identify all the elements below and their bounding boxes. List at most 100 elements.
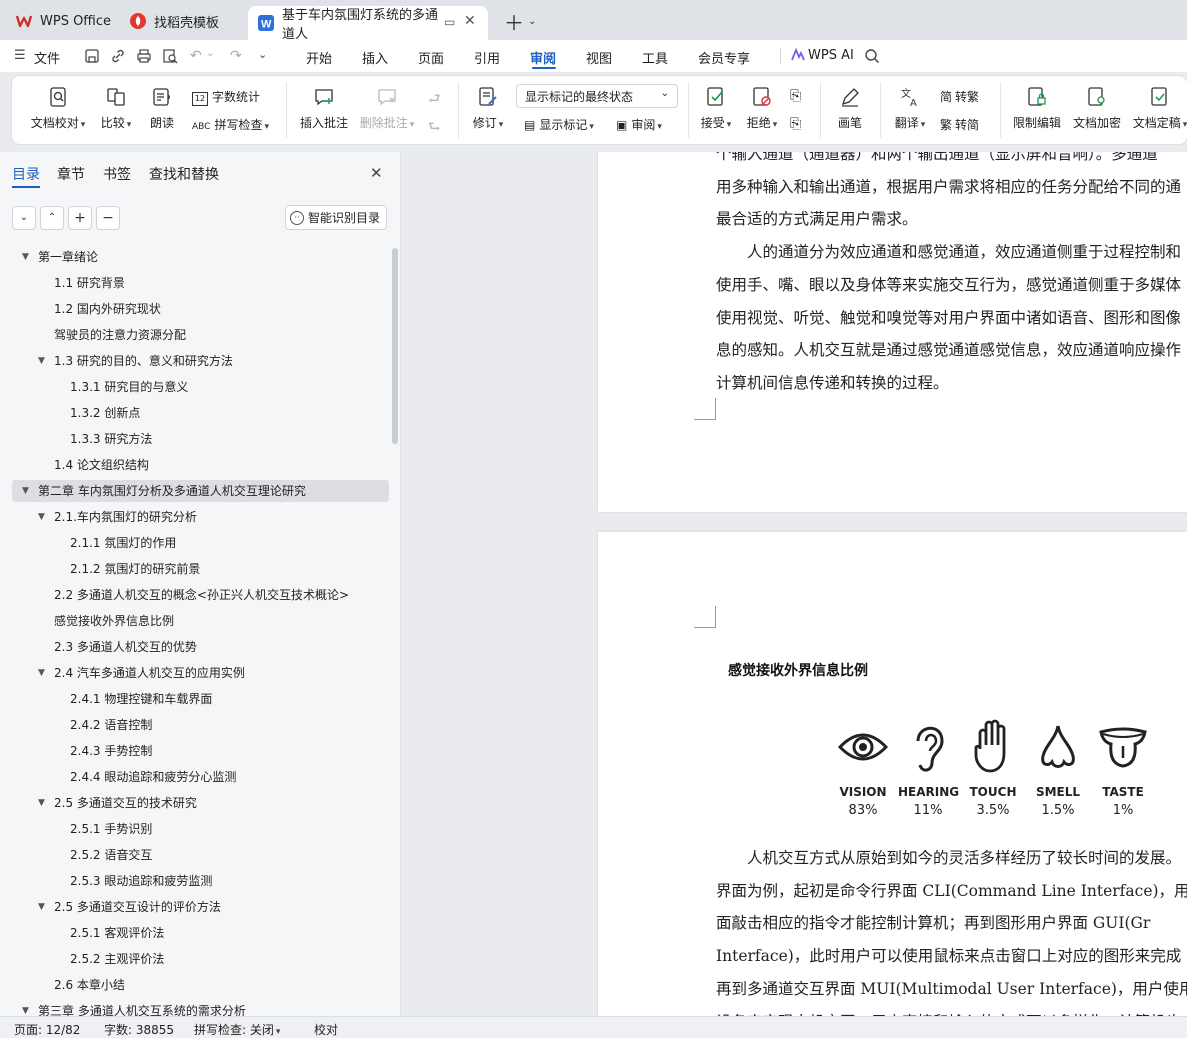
toc-item[interactable]: 2.5.2 语音交互 <box>70 844 152 866</box>
tab-template[interactable]: 找稻壳模板 <box>120 6 242 36</box>
toc-scrollbar[interactable] <box>392 248 398 444</box>
menu-file[interactable]: 文件 <box>34 48 60 67</box>
spellcheck-indicator[interactable]: 拼写检查: 关闭 ▾ <box>194 1021 280 1038</box>
next-change-icon[interactable]: ⎘ <box>790 116 801 132</box>
expand-arrow-icon[interactable]: ▼ <box>38 350 45 372</box>
toc-item[interactable]: ▼ 2.5 多通道交互设计的评价方法 <box>38 896 221 918</box>
expand-arrow-icon[interactable]: ▼ <box>22 246 29 268</box>
toc-item[interactable]: 2.4.2 语音控制 <box>70 714 152 736</box>
save-icon[interactable] <box>84 48 100 68</box>
menu-wps-ai[interactable]: WPS AI <box>808 48 854 63</box>
toc-item[interactable]: ▼ 1.3 研究的目的、意义和研究方法 <box>38 350 233 372</box>
expand-arrow-icon[interactable]: ▼ <box>38 662 45 684</box>
expand-arrow-icon[interactable]: ▼ <box>38 792 45 814</box>
toc-item[interactable]: 2.2 多通道人机交互的概念<孙正兴人机交互技术概论> <box>54 584 349 606</box>
tab-toc[interactable]: 目录 <box>12 164 40 184</box>
toc-item[interactable]: 驾驶员的注意力资源分配 <box>54 324 186 346</box>
toc-item[interactable]: 1.3.3 研究方法 <box>70 428 152 450</box>
toc-item[interactable]: ▼ 2.4 汽车多通道人机交互的应用实例 <box>38 662 245 684</box>
expand-arrow-icon[interactable]: ▼ <box>38 506 45 528</box>
toc-item[interactable]: ▼ 2.1.车内氛围灯的研究分析 <box>38 506 197 528</box>
toc-item[interactable]: 2.5.1 客观评价法 <box>70 922 164 944</box>
toc-item[interactable]: 1.3.1 研究目的与意义 <box>70 376 188 398</box>
toc-item[interactable]: 2.5.1 手势识别 <box>70 818 152 840</box>
to-traditional-button[interactable]: 简转繁 <box>940 88 979 105</box>
page-indicator[interactable]: 页面: 12/82 <box>14 1021 80 1038</box>
close-tab-icon[interactable]: ✕ <box>464 13 476 29</box>
redo-icon[interactable]: ↷ <box>230 48 242 64</box>
menu-membership[interactable]: 会员专享 <box>698 48 750 67</box>
expand-arrow-icon[interactable]: ▼ <box>22 480 29 502</box>
close-pane-icon[interactable]: ✕ <box>370 164 383 182</box>
delete-comment-button[interactable]: 删除批注 ▾ <box>358 86 416 131</box>
search-icon[interactable] <box>864 48 880 68</box>
insert-comment-button[interactable]: 插入批注 <box>298 86 350 131</box>
smart-toc-button[interactable]: ·· 智能识别目录 <box>285 205 388 230</box>
toc-item[interactable]: 2.1.2 氛围灯的研究前景 <box>70 558 200 580</box>
to-simplified-button[interactable]: 繁转简 <box>940 116 979 133</box>
word-count-button[interactable]: 12 字数统计 <box>192 88 260 106</box>
document-canvas[interactable]: 个输入通道（通道器）和两个输出通道（显示屏和音响）。多通道 用多种输入和输出通道，… <box>402 152 1187 1016</box>
more-chevron-icon[interactable]: ⌄ <box>258 48 267 61</box>
tab-wps-office[interactable]: WPS Office <box>6 6 114 36</box>
toc-item[interactable]: 1.2 国内外研究现状 <box>54 298 161 320</box>
menu-view[interactable]: 视图 <box>586 48 612 67</box>
chevron-down-icon[interactable]: ⌄ <box>206 48 214 59</box>
accept-button[interactable]: 接受 ▾ <box>698 86 734 131</box>
print-preview-icon[interactable] <box>162 48 178 68</box>
toc-item[interactable]: 2.1.1 氛围灯的作用 <box>70 532 176 554</box>
toc-item[interactable]: 1.1 研究背景 <box>54 272 125 294</box>
toc-item[interactable]: ▼ 2.5 多通道交互的技术研究 <box>38 792 197 814</box>
prev-change-icon[interactable]: ⎘ <box>790 88 801 104</box>
encrypt-button[interactable]: 文档加密 <box>1072 86 1122 131</box>
track-changes-button[interactable]: 修订 ▾ <box>470 86 506 131</box>
toc-item[interactable]: 2.4.4 眼动追踪和疲劳分心监测 <box>70 766 236 788</box>
expand-down-button[interactable]: ⌄ <box>12 206 36 230</box>
tab-find-replace[interactable]: 查找和替换 <box>149 164 219 184</box>
compare-button[interactable]: 比较 ▾ <box>98 86 134 131</box>
tab-sections[interactable]: 章节 <box>57 164 85 184</box>
new-tab-button[interactable]: ＋ ⌄ <box>494 6 536 36</box>
collapse-up-button[interactable]: ⌃ <box>40 206 64 230</box>
screen-icon[interactable]: ▭ <box>444 15 455 29</box>
add-heading-button[interactable]: + <box>68 206 92 230</box>
menu-tools[interactable]: 工具 <box>642 48 668 67</box>
pen-button[interactable]: 画笔 <box>836 86 864 131</box>
chevron-down-icon[interactable]: ⌄ <box>528 16 536 27</box>
reject-button[interactable]: 拒绝 ▾ <box>744 86 780 131</box>
menu-review[interactable]: 审阅 <box>530 48 556 67</box>
tab-bookmarks[interactable]: 书签 <box>103 164 131 184</box>
tab-document[interactable]: W 基于车内氛围灯系统的多通道人 ▭ ✕ <box>248 6 488 42</box>
toc-item[interactable]: ▼ 第一章绪论 <box>22 246 98 268</box>
word-count-indicator[interactable]: 字数: 38855 <box>104 1021 174 1038</box>
toc-item[interactable]: 2.4.3 手势控制 <box>70 740 152 762</box>
prev-comment-icon[interactable]: ⮐ <box>428 88 441 112</box>
menu-page[interactable]: 页面 <box>418 48 444 67</box>
proof-indicator[interactable]: 校对 <box>314 1021 338 1038</box>
translate-button[interactable]: 文A 翻译 ▾ <box>892 86 928 131</box>
markup-state-select[interactable]: 显示标记的最终状态 ⌄ <box>516 84 678 108</box>
hamburger-icon[interactable]: ☰ <box>14 48 26 63</box>
toc-item[interactable]: 2.5.3 眼动追踪和疲劳监测 <box>70 870 212 892</box>
show-markup-button[interactable]: ▤ 显示标记 ▾ <box>524 116 594 133</box>
toc-item[interactable]: 1.4 论文组织结构 <box>54 454 149 476</box>
next-comment-icon[interactable]: ⮑ <box>428 116 441 140</box>
expand-arrow-icon[interactable]: ▼ <box>38 896 45 918</box>
menu-references[interactable]: 引用 <box>474 48 500 67</box>
read-aloud-button[interactable]: 朗读 <box>148 86 176 131</box>
menu-insert[interactable]: 插入 <box>362 48 388 67</box>
toc-item[interactable]: 2.4.1 物理控键和车载界面 <box>70 688 212 710</box>
toc-item[interactable]: 感觉接收外界信息比例 <box>54 610 174 632</box>
finalize-button[interactable]: 文档定稿 ▾ <box>1132 86 1187 131</box>
restrict-edit-button[interactable]: 限制编辑 <box>1012 86 1062 131</box>
link-icon[interactable] <box>110 48 126 68</box>
remove-heading-button[interactable]: − <box>96 206 120 230</box>
toc-item[interactable]: 1.3.2 创新点 <box>70 402 140 424</box>
toc-item[interactable]: 2.3 多通道人机交互的优势 <box>54 636 197 658</box>
spellcheck-button[interactable]: ABC 拼写检查 ▾ <box>192 116 269 133</box>
toc-item[interactable]: 2.5.2 主观评价法 <box>70 948 164 970</box>
toc-item[interactable]: ▼ 第二章 车内氛围灯分析及多通道人机交互理论研究 <box>22 480 306 502</box>
proofread-button[interactable]: 文档校对 ▾ <box>28 86 88 131</box>
review-pane-button[interactable]: ▣ 审阅 ▾ <box>616 116 662 133</box>
menu-start[interactable]: 开始 <box>306 48 332 67</box>
